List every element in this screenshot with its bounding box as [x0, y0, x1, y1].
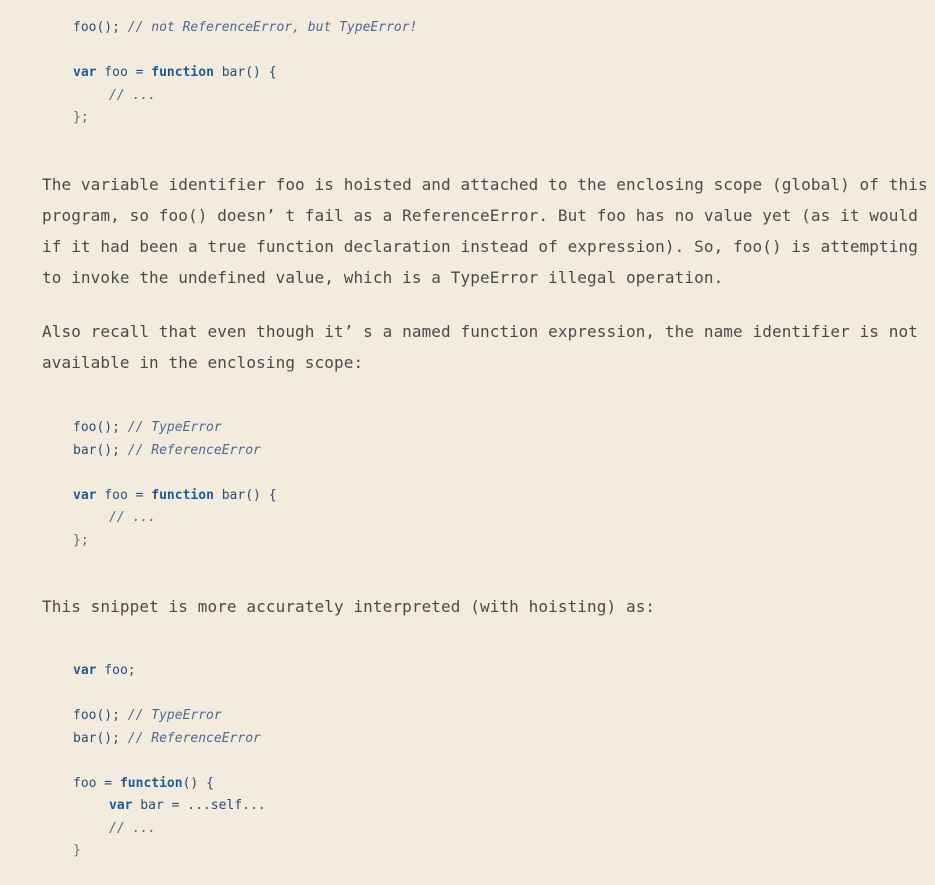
- code-line: bar(); // ReferenceError: [73, 728, 266, 751]
- code-comment: // ReferenceError: [119, 730, 261, 746]
- code-line: };: [73, 530, 277, 553]
- code-keyword: var: [109, 798, 133, 813]
- code-token: foo();: [73, 420, 120, 435]
- code-token: foo();: [73, 20, 120, 35]
- code-token: foo =: [96, 487, 152, 503]
- code-punctuation: };: [73, 110, 89, 125]
- code-keyword: function: [119, 775, 183, 791]
- code-keyword: function: [151, 65, 214, 80]
- code-comment: // ReferenceError: [119, 442, 261, 458]
- code-token: foo;: [96, 663, 136, 678]
- code-line: var foo = function bar() {: [73, 485, 277, 508]
- code-token: foo =: [96, 65, 152, 80]
- code-line: bar(); // ReferenceError: [73, 440, 277, 463]
- paragraph: The variable identifier foo is hoisted a…: [42, 169, 928, 293]
- code-token: () {: [182, 775, 214, 791]
- code-comment: // ...: [109, 820, 156, 836]
- paragraph-line: if it had been a true function declarati…: [42, 237, 918, 256]
- code-line: foo = function() {: [73, 773, 266, 796]
- code-token: foo();: [73, 708, 120, 723]
- code-line: var bar = ...self...: [73, 795, 266, 818]
- code-comment: // ...: [109, 510, 156, 525]
- document-page: foo(); // not ReferenceError, but TypeEr…: [0, 0, 935, 885]
- code-line: var foo = function bar() {: [73, 62, 417, 85]
- code-comment: // ...: [109, 87, 156, 103]
- paragraph-line: program, so foo() doesn’ t fail as a Ref…: [42, 206, 918, 225]
- code-token: bar = ...self...: [132, 798, 266, 813]
- code-keyword: var: [73, 65, 97, 80]
- code-keyword: var: [73, 663, 97, 678]
- code-token: bar();: [73, 730, 120, 746]
- paragraph-line: The variable identifier foo is hoisted a…: [42, 175, 928, 194]
- code-line: // ...: [73, 85, 417, 108]
- code-comment: // not ReferenceError, but TypeError!: [119, 20, 418, 35]
- paragraph: This snippet is more accurately interpre…: [42, 591, 912, 622]
- code-line: foo(); // TypeError: [73, 417, 277, 440]
- code-token: bar();: [73, 442, 120, 458]
- code-token: bar() {: [213, 65, 277, 80]
- code-comment: // TypeError: [119, 708, 222, 723]
- code-keyword: function: [151, 487, 214, 503]
- code-line: };: [73, 107, 417, 130]
- paragraph-line: This snippet is more accurately interpre…: [42, 597, 656, 616]
- code-punctuation: }: [73, 843, 81, 858]
- code-line: foo(); // not ReferenceError, but TypeEr…: [73, 17, 417, 40]
- code-keyword: var: [73, 487, 97, 503]
- code-comment: // TypeError: [119, 420, 222, 435]
- code-line: foo(); // TypeError: [73, 705, 266, 728]
- code-line: var foo;: [73, 660, 266, 683]
- paragraph-line: to invoke the undefined value, which is …: [42, 268, 724, 287]
- code-block: foo(); // TypeError bar(); // ReferenceEr…: [73, 417, 277, 552]
- code-token: bar() {: [213, 487, 277, 503]
- paragraph-line: Also recall that even though it’ s a nam…: [42, 322, 918, 341]
- code-line: // ...: [73, 818, 266, 841]
- code-token: foo =: [73, 775, 120, 791]
- paragraph-line: available in the enclosing scope:: [42, 353, 364, 372]
- code-line: }: [73, 840, 266, 863]
- code-line: // ...: [73, 507, 277, 530]
- code-block: var foo; foo(); // TypeError bar(); // Ref…: [73, 660, 266, 863]
- code-punctuation: };: [73, 532, 89, 548]
- code-block: foo(); // not ReferenceError, but TypeEr…: [73, 17, 417, 130]
- paragraph: Also recall that even though it’ s a nam…: [42, 316, 918, 378]
